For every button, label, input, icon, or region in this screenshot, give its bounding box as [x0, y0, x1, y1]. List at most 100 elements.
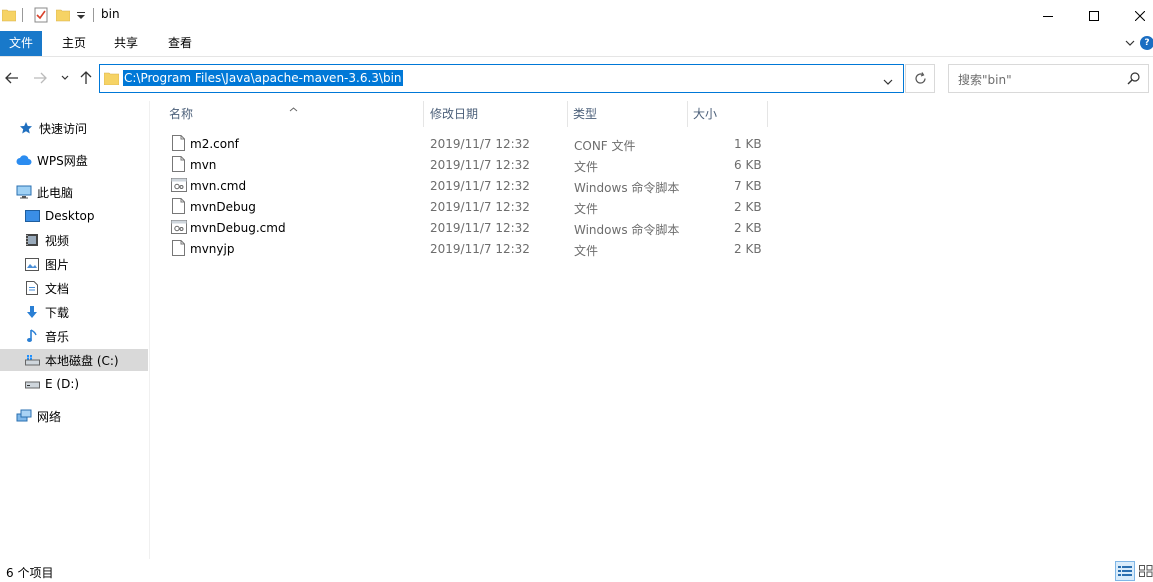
customize-toolbar-icon[interactable] — [76, 6, 86, 24]
sidebar-item-videos[interactable]: 视频 — [0, 229, 148, 251]
file-modified: 2019/11/7 12:32 — [430, 242, 530, 256]
forward-arrow-icon — [34, 72, 47, 84]
file-icon — [172, 198, 185, 217]
close-icon — [1135, 10, 1145, 21]
separator — [93, 8, 94, 22]
sidebar-item-label: 下载 — [45, 305, 70, 320]
table-row[interactable]: mvn 2019/11/7 12:32 文件 6 KB — [168, 155, 768, 176]
file-size: 1 KB — [734, 137, 762, 151]
column-header-modified[interactable]: 修改日期 — [430, 101, 478, 127]
file-list: 名称 修改日期 类型 大小 m2.conf 2019/11/7 12:32 CO… — [151, 101, 1153, 559]
picture-icon — [24, 256, 40, 272]
tab-share[interactable]: 共享 — [104, 31, 148, 56]
help-icon[interactable]: ? — [1140, 36, 1153, 50]
search-input[interactable]: 搜索"bin" — [948, 64, 1149, 93]
forward-button[interactable] — [32, 70, 48, 86]
table-row[interactable]: mvn.cmd 2019/11/7 12:32 Windows 命令脚本 7 K… — [168, 176, 768, 197]
file-size: 2 KB — [734, 200, 762, 214]
sidebar-item-network[interactable]: 网络 — [0, 405, 148, 427]
sidebar-item-documents[interactable]: 文档 — [0, 277, 148, 299]
up-button[interactable] — [78, 70, 94, 86]
sidebar-item-label: 此电脑 — [37, 185, 74, 200]
address-dropdown-icon[interactable] — [883, 75, 893, 89]
file-size: 2 KB — [734, 242, 762, 256]
video-icon — [24, 232, 40, 248]
table-row[interactable]: mvnDebug 2019/11/7 12:32 文件 2 KB — [168, 197, 768, 218]
sidebar-item-local-disk-c[interactable]: 本地磁盘 (C:) — [0, 349, 148, 371]
sidebar-item-pictures[interactable]: 图片 — [0, 253, 148, 275]
column-header-type[interactable]: 类型 — [573, 101, 597, 127]
sidebar-item-desktop[interactable]: Desktop — [0, 205, 148, 227]
table-row[interactable]: m2.conf 2019/11/7 12:32 CONF 文件 1 KB — [168, 134, 768, 155]
sidebar-item-downloads[interactable]: 下载 — [0, 301, 148, 323]
expand-ribbon-icon[interactable] — [1124, 37, 1136, 49]
sidebar-item-quick-access[interactable]: 快速访问 — [0, 117, 148, 139]
sidebar-item-this-pc[interactable]: 此电脑 — [0, 181, 148, 203]
separator — [22, 8, 23, 22]
file-modified: 2019/11/7 12:32 — [430, 200, 530, 214]
document-icon — [24, 280, 40, 296]
file-type: 文件 — [574, 244, 599, 258]
column-divider[interactable] — [423, 101, 424, 127]
sidebar-item-label: Desktop — [45, 209, 95, 223]
sidebar-item-label: 文档 — [45, 281, 70, 296]
file-size: 6 KB — [734, 158, 762, 172]
column-header-size[interactable]: 大小 — [693, 101, 717, 127]
table-row[interactable]: mvnyjp 2019/11/7 12:32 文件 2 KB — [168, 239, 768, 260]
maximize-button[interactable] — [1071, 0, 1117, 31]
file-size: 7 KB — [734, 179, 762, 193]
back-button[interactable] — [4, 70, 20, 86]
file-type: Windows 命令脚本 — [574, 223, 680, 237]
sidebar-item-label: 图片 — [45, 257, 70, 272]
file-modified: 2019/11/7 12:32 — [430, 137, 530, 151]
minimize-icon — [1043, 15, 1053, 17]
file-type: Windows 命令脚本 — [574, 181, 680, 195]
recent-locations-button[interactable] — [57, 70, 73, 86]
tab-home[interactable]: 主页 — [52, 31, 96, 56]
refresh-button[interactable] — [905, 64, 935, 93]
column-divider[interactable] — [767, 101, 768, 127]
sidebar-item-label: 网络 — [37, 409, 62, 424]
details-view-icon — [1118, 566, 1132, 576]
file-icon — [172, 240, 185, 259]
column-divider[interactable] — [687, 101, 688, 127]
file-icon — [172, 156, 185, 175]
address-path[interactable]: C:\Program Files\Java\apache-maven-3.6.3… — [123, 70, 403, 86]
script-icon — [171, 178, 187, 195]
sidebar-item-drive-d[interactable]: E (D:) — [0, 373, 148, 395]
details-view-button[interactable] — [1115, 561, 1135, 581]
minimize-button[interactable] — [1025, 0, 1071, 31]
column-header-name[interactable]: 名称 — [169, 101, 193, 127]
cloud-icon — [16, 152, 32, 168]
large-icons-view-button[interactable] — [1136, 561, 1153, 581]
large-icons-view-icon — [1139, 565, 1153, 577]
search-placeholder: 搜索"bin" — [958, 73, 1012, 87]
back-arrow-icon — [5, 72, 18, 84]
table-row[interactable]: mvnDebug.cmd 2019/11/7 12:32 Windows 命令脚… — [168, 218, 768, 239]
tab-file[interactable]: 文件 — [0, 31, 42, 56]
sidebar-item-music[interactable]: 音乐 — [0, 325, 148, 347]
column-divider[interactable] — [567, 101, 568, 127]
sidebar-item-label: 快速访问 — [39, 121, 88, 136]
title-bar: bin — [0, 0, 1153, 31]
file-modified: 2019/11/7 12:32 — [430, 179, 530, 193]
search-icon[interactable] — [1127, 72, 1140, 88]
file-size: 2 KB — [734, 221, 762, 235]
file-modified: 2019/11/7 12:32 — [430, 221, 530, 235]
tab-view[interactable]: 查看 — [158, 31, 202, 56]
file-type: 文件 — [574, 202, 599, 216]
item-count: 6 个项目 — [6, 566, 54, 580]
file-name: mvnDebug.cmd — [190, 221, 286, 235]
maximize-icon — [1089, 10, 1099, 21]
sidebar-item-label: 视频 — [45, 233, 70, 248]
properties-icon[interactable] — [33, 6, 49, 24]
address-bar[interactable]: C:\Program Files\Java\apache-maven-3.6.3… — [99, 64, 904, 93]
sidebar-item-label: E (D:) — [45, 377, 80, 391]
close-button[interactable] — [1117, 0, 1153, 31]
network-icon — [16, 408, 32, 424]
folder-icon — [103, 71, 120, 88]
sidebar-item-wps-cloud[interactable]: WPS网盘 — [0, 149, 148, 171]
sort-ascending-icon — [289, 101, 298, 115]
sidebar-item-label: 本地磁盘 (C:) — [45, 353, 119, 368]
new-folder-icon[interactable] — [56, 6, 70, 24]
